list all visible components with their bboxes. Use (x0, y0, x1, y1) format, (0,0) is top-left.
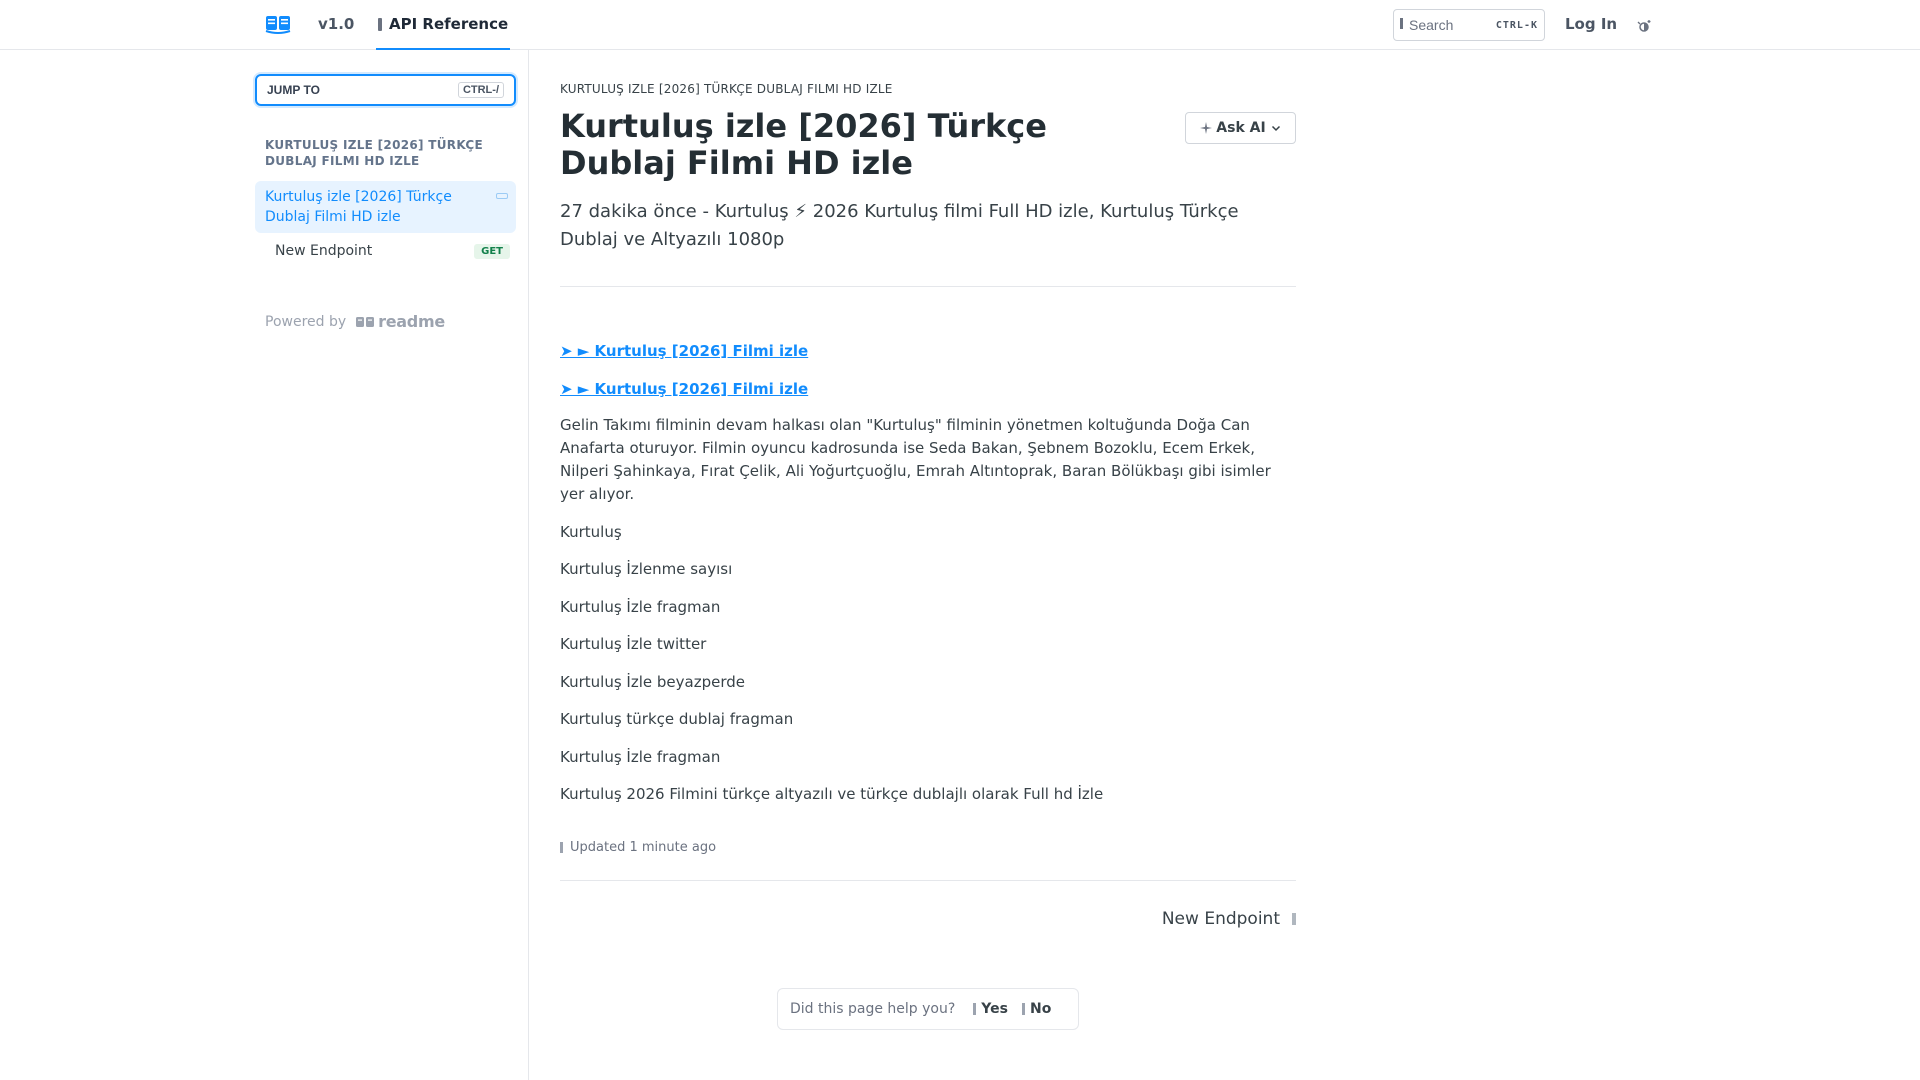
api-reference-icon (378, 17, 382, 31)
body-line: Kurtuluş İzle fragman (560, 598, 721, 616)
watch-link-2[interactable]: ➤ ► Kurtuluş [2026] Filmi izle (560, 380, 808, 398)
arrow-right-icon (1292, 913, 1296, 925)
sidebar: JUMP TO CTRL-/ KURTULUŞ IZLE [2026] TÜRK… (0, 50, 529, 1080)
body-line: Kurtuluş türkçe dublaj fragman (560, 710, 794, 728)
chevron-down-icon (1271, 125, 1280, 132)
feedback-no-button[interactable]: No (1021, 1001, 1052, 1017)
feedback-widget: Did this page help you? Yes No (777, 988, 1079, 1030)
watch-link-1[interactable]: ➤ ► Kurtuluş [2026] Filmi izle (560, 342, 808, 360)
next-page-link[interactable]: New Endpoint (1162, 909, 1296, 929)
sidebar-section-title: KURTULUŞ IZLE [2026] TÜRKÇE DUBLAJ FILMI… (265, 138, 484, 168)
body-line: Kurtuluş İzlenme sayısı (560, 560, 733, 578)
body-paragraph: Gelin Takımı filminin devam halkası olan… (560, 416, 1271, 503)
sparkle-icon (1200, 122, 1213, 134)
body-line: Kurtuluş 2026 Filmini türkçe altyazılı v… (560, 785, 1104, 803)
search-button[interactable]: Search CTRL-K (1393, 9, 1545, 41)
powered-by-readme[interactable]: Powered by readme (265, 312, 445, 331)
search-shortcut: CTRL-K (1495, 19, 1538, 31)
search-icon (1400, 18, 1403, 29)
body-line: Kurtuluş İzle twitter (560, 635, 707, 653)
readme-logo-icon[interactable] (265, 14, 291, 34)
top-header: v1.0 API Reference Search CTRL-K Log In (0, 0, 1920, 50)
tab-api-reference[interactable]: API Reference (376, 0, 511, 50)
feedback-yes-label: Yes (981, 1001, 1008, 1017)
jump-to-input[interactable]: JUMP TO CTRL-/ (255, 74, 516, 106)
version-selector[interactable]: v1.0 (318, 15, 354, 33)
login-button[interactable]: Log In (1565, 15, 1617, 33)
powered-by-label: Powered by (265, 313, 347, 330)
sidebar-item-label: New Endpoint (275, 243, 373, 259)
body-line: Kurtuluş İzle fragman (560, 748, 721, 766)
feedback-yes-button[interactable]: Yes (973, 1001, 1008, 1017)
updated-timestamp: Updated 1 minute ago (560, 840, 716, 855)
ask-ai-button[interactable]: Ask AI (1185, 112, 1296, 144)
thumbs-up-icon (973, 1003, 977, 1015)
feedback-question: Did this page help you? (790, 1001, 956, 1017)
page-excerpt: 27 dakika önce - Kurtuluş ⚡ 2026 Kurtulu… (560, 201, 1239, 250)
body-line: Kurtuluş (560, 523, 622, 541)
tab-api-reference-label: API Reference (389, 15, 509, 33)
updated-label: Updated 1 minute ago (570, 840, 717, 855)
theme-toggle-icon[interactable] (1636, 17, 1654, 35)
sidebar-item-new-endpoint[interactable]: New Endpoint GET (255, 239, 516, 263)
readme-logo-icon (356, 316, 375, 327)
clock-icon (560, 842, 563, 853)
divider (560, 286, 1296, 287)
next-page-label: New Endpoint (1161, 909, 1280, 929)
search-label: Search (1409, 17, 1454, 33)
breadcrumb: KURTULUŞ IZLE [2026] TÜRKÇE DUBLAJ FILMI… (560, 82, 893, 96)
divider (560, 880, 1296, 881)
jump-to-shortcut: CTRL-/ (457, 82, 504, 98)
collapse-icon[interactable] (496, 193, 508, 199)
readme-wordmark: readme (378, 312, 445, 331)
feedback-no-label: No (1029, 1001, 1052, 1017)
ask-ai-label: Ask AI (1216, 120, 1266, 136)
sidebar-item-label: Kurtuluş izle [2026] Türkçe Dublaj Filmi… (265, 189, 452, 225)
thumbs-down-icon (1021, 1003, 1025, 1015)
page-title: Kurtuluş izle [2026] Türkçe Dublaj Filmi… (560, 107, 1047, 182)
sidebar-item-active-page[interactable]: Kurtuluş izle [2026] Türkçe Dublaj Filmi… (255, 181, 516, 233)
jump-to-label: JUMP TO (267, 83, 320, 97)
body-line: Kurtuluş İzle beyazperde (560, 673, 745, 691)
method-badge-get: GET (474, 244, 510, 259)
